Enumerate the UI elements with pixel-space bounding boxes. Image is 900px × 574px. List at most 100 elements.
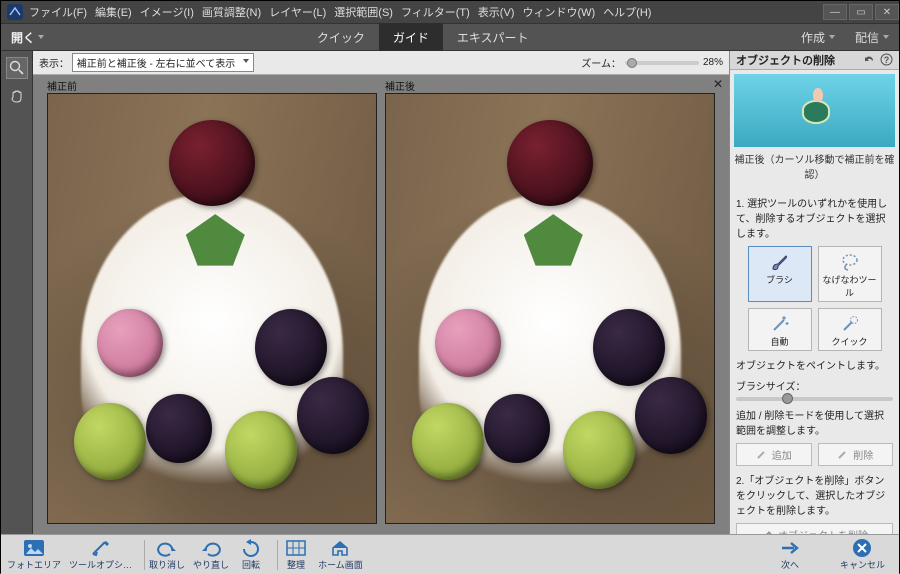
preview-thumb[interactable] bbox=[734, 74, 895, 147]
quick-select-icon bbox=[839, 313, 861, 335]
menu-file[interactable]: ファイル(F) bbox=[29, 4, 87, 20]
zoom-value: 28% bbox=[703, 57, 723, 68]
canvas-wrap: 表示： 補正前と補正後 - 左右に並べて表示 ズーム： 28% ✕ 補正前 bbox=[33, 51, 729, 534]
zoom-slider-knob[interactable] bbox=[627, 58, 637, 68]
add-button[interactable]: 追加 bbox=[736, 443, 812, 466]
view-mode-select[interactable]: 補正前と補正後 - 左右に並べて表示 bbox=[72, 53, 255, 72]
redo-button[interactable]: やり直し bbox=[193, 538, 229, 571]
after-image-box: 補正後 bbox=[385, 93, 715, 524]
app-logo bbox=[7, 4, 23, 20]
tab-quick[interactable]: クイック bbox=[303, 23, 379, 51]
menu-help[interactable]: ヘルプ(H) bbox=[603, 4, 651, 20]
remove-object-button[interactable]: オブジェクトを削除 bbox=[736, 523, 893, 534]
brush-size-label: ブラシサイズ： bbox=[736, 382, 806, 393]
photo-bin-button[interactable]: フォトエリア bbox=[7, 538, 61, 571]
next-button[interactable]: 次へ bbox=[776, 538, 804, 571]
menu-edit[interactable]: 編集(E) bbox=[95, 4, 132, 20]
tab-expert[interactable]: エキスパート bbox=[443, 23, 543, 51]
step-2: 2.「オブジェクトを削除」ボタンをクリックして、選択したオブジェクトを削除します… bbox=[736, 472, 893, 517]
chevron-down-icon bbox=[38, 35, 44, 39]
organizer-button[interactable]: 整理 bbox=[282, 538, 310, 571]
tool-lasso-label: なげなわツール bbox=[822, 275, 876, 298]
chevron-down-icon bbox=[883, 35, 889, 39]
menu-filter[interactable]: フィルター(T) bbox=[401, 4, 470, 20]
before-image[interactable] bbox=[47, 93, 377, 524]
photo-bin-icon bbox=[23, 539, 45, 557]
lasso-icon bbox=[839, 251, 861, 273]
menu-layer[interactable]: レイヤー(L) bbox=[269, 4, 326, 20]
rotate-icon bbox=[240, 539, 262, 557]
remove-object-label: オブジェクトを削除 bbox=[778, 527, 868, 534]
home-button[interactable]: ホーム画面 bbox=[318, 538, 363, 571]
share-menu[interactable]: 配信 bbox=[845, 29, 899, 46]
tool-brush[interactable]: ブラシ bbox=[748, 246, 812, 302]
close-icon[interactable]: ✕ bbox=[713, 77, 723, 91]
open-menu[interactable]: 開く bbox=[1, 23, 54, 51]
guided-panel: オブジェクトの削除 ? 補正後（カーソル移動で補正前を確認） 1. 選択ツールの… bbox=[729, 51, 899, 534]
rotate-label: 回転 bbox=[242, 558, 260, 571]
tab-guided[interactable]: ガイド bbox=[379, 23, 443, 51]
menu-window[interactable]: ウィンドウ(W) bbox=[522, 4, 595, 20]
create-label: 作成 bbox=[801, 29, 825, 46]
rotate-button[interactable]: 回転 bbox=[237, 538, 265, 571]
add-remove-text: 追加 / 削除モードを使用して選択範囲を調整します。 bbox=[736, 407, 893, 437]
before-label: 補正前 bbox=[47, 78, 77, 93]
tool-lasso[interactable]: なげなわツール bbox=[818, 246, 882, 302]
hand-tool[interactable] bbox=[6, 85, 28, 107]
undo-arrow-icon bbox=[156, 539, 178, 557]
tool-brush-label: ブラシ bbox=[766, 275, 793, 285]
open-label: 開く bbox=[11, 29, 35, 46]
paint-text: オブジェクトをペイントします。 bbox=[736, 357, 893, 372]
redo-arrow-icon bbox=[200, 539, 222, 557]
hand-icon bbox=[9, 88, 25, 104]
tool-auto[interactable]: 自動 bbox=[748, 308, 812, 351]
view-label: 表示： bbox=[39, 55, 69, 70]
after-image[interactable] bbox=[385, 93, 715, 524]
window-controls: — ▭ ✕ bbox=[821, 4, 899, 20]
step-1: 1. 選択ツールのいずれかを使用して、削除するオブジェクトを選択します。 bbox=[736, 195, 893, 240]
redo-label: やり直し bbox=[193, 558, 229, 571]
zoom-label: ズーム： bbox=[581, 55, 621, 70]
menu-select[interactable]: 選択範囲(S) bbox=[334, 4, 393, 20]
minimize-button[interactable]: — bbox=[823, 4, 847, 20]
zoom-slider[interactable] bbox=[625, 61, 699, 65]
brush-icon bbox=[769, 251, 791, 273]
create-menu[interactable]: 作成 bbox=[791, 29, 845, 46]
zoom-icon bbox=[9, 60, 25, 76]
tool-auto-label: 自動 bbox=[770, 337, 788, 347]
zoom-tool[interactable] bbox=[6, 57, 28, 79]
close-button[interactable]: ✕ bbox=[875, 4, 899, 20]
menu-view[interactable]: 表示(V) bbox=[478, 4, 515, 20]
tool-options-button[interactable]: ツールオプシ… bbox=[69, 538, 132, 571]
home-label: ホーム画面 bbox=[318, 558, 363, 571]
wand-icon bbox=[769, 313, 791, 335]
remove-button[interactable]: 削除 bbox=[818, 443, 894, 466]
menu-enhance[interactable]: 画質調整(N) bbox=[202, 4, 261, 20]
organizer-icon bbox=[285, 539, 307, 557]
main-area: 表示： 補正前と補正後 - 左右に並べて表示 ズーム： 28% ✕ 補正前 bbox=[1, 51, 899, 534]
separator bbox=[277, 540, 278, 570]
bottom-bar: フォトエリア ツールオプシ… 取り消し やり直し 回転 整理 ホーム画面 次へ … bbox=[1, 534, 899, 574]
panel-title: オブジェクトの削除 bbox=[736, 52, 835, 68]
menu-bar: ファイル(F) 編集(E) イメージ(I) 画質調整(N) レイヤー(L) 選択… bbox=[1, 1, 899, 23]
undo-button[interactable]: 取り消し bbox=[149, 538, 185, 571]
brush-minus-icon bbox=[837, 448, 849, 460]
brush-size-slider[interactable] bbox=[736, 397, 893, 401]
after-label: 補正後 bbox=[385, 78, 415, 93]
mode-bar: 開く クイック ガイド エキスパート 作成 配信 bbox=[1, 23, 899, 51]
undo-icon[interactable] bbox=[863, 53, 876, 66]
next-label: 次へ bbox=[781, 558, 799, 571]
cancel-button[interactable]: キャンセル bbox=[840, 538, 885, 571]
help-icon[interactable]: ? bbox=[880, 53, 893, 66]
canvas: ✕ 補正前 bbox=[33, 75, 729, 534]
separator bbox=[144, 540, 145, 570]
tool-column bbox=[1, 51, 33, 534]
brush-size-knob[interactable] bbox=[782, 393, 793, 404]
maximize-button[interactable]: ▭ bbox=[849, 4, 873, 20]
menu-image[interactable]: イメージ(I) bbox=[140, 4, 194, 20]
cancel-label: キャンセル bbox=[840, 558, 885, 571]
tool-quick[interactable]: クイック bbox=[818, 308, 882, 351]
cancel-icon bbox=[852, 538, 872, 558]
option-bar: 表示： 補正前と補正後 - 左右に並べて表示 ズーム： 28% bbox=[33, 51, 729, 75]
panel-header: オブジェクトの削除 ? bbox=[730, 51, 899, 70]
